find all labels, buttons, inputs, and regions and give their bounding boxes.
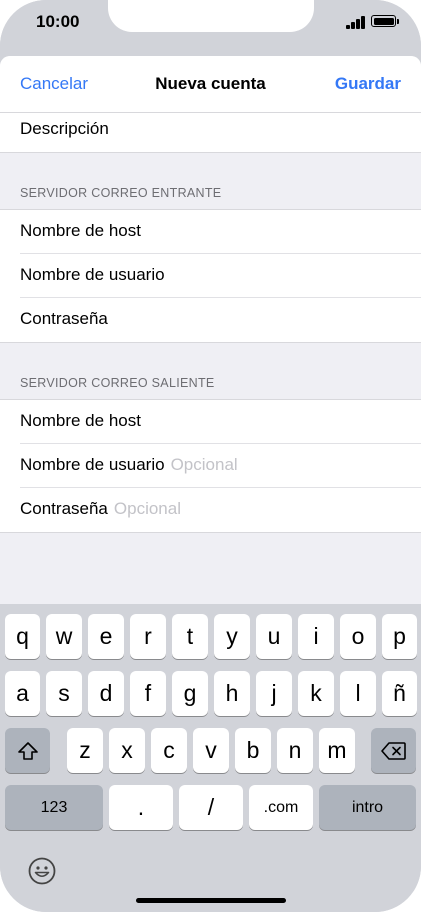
outgoing-username-label: Nombre de usuario: [20, 455, 165, 474]
outgoing-password-placeholder: Opcional: [113, 499, 181, 518]
outgoing-host-field[interactable]: Nombre de host: [0, 400, 421, 444]
incoming-username-label: Nombre de usuario: [20, 265, 165, 284]
key-y[interactable]: y: [214, 614, 250, 659]
key-r[interactable]: r: [130, 614, 166, 659]
save-button[interactable]: Guardar: [335, 74, 401, 94]
status-time: 10:00: [36, 12, 80, 31]
nav-bar: Cancelar Nueva cuenta Guardar: [0, 56, 421, 113]
outgoing-username-placeholder: Opcional: [170, 455, 238, 474]
shift-key[interactable]: [5, 728, 50, 773]
battery-icon: [371, 15, 396, 27]
outgoing-username-field[interactable]: Nombre de usuario Opcional: [0, 444, 421, 488]
dotcom-key[interactable]: .com: [249, 785, 313, 830]
incoming-server-group: Nombre de host Nombre de usuario Contras…: [0, 209, 421, 343]
signal-icon: [346, 15, 368, 29]
incoming-host-field[interactable]: Nombre de host: [0, 210, 421, 254]
description-field[interactable]: Descripción: [0, 113, 421, 153]
key-o[interactable]: o: [340, 614, 376, 659]
key-n-tilde[interactable]: ñ: [382, 671, 417, 716]
key-q[interactable]: q: [5, 614, 40, 659]
key-n[interactable]: n: [277, 728, 313, 773]
key-z[interactable]: z: [67, 728, 103, 773]
incoming-password-label: Contraseña: [20, 309, 108, 328]
key-b[interactable]: b: [235, 728, 271, 773]
key-u[interactable]: u: [256, 614, 292, 659]
description-label: Descripción: [20, 119, 109, 138]
key-e[interactable]: e: [88, 614, 124, 659]
incoming-header-text: SERVIDOR CORREO ENTRANTE: [20, 186, 222, 200]
keyboard: q w e r t y u i o p a s d f g h j k l ñ …: [0, 604, 421, 912]
home-indicator[interactable]: [136, 898, 286, 903]
key-v[interactable]: v: [193, 728, 229, 773]
key-t[interactable]: t: [172, 614, 208, 659]
return-key[interactable]: intro: [319, 785, 416, 830]
outgoing-server-group: Nombre de host Nombre de usuario Opcional…: [0, 399, 421, 533]
dot-key[interactable]: .: [109, 785, 173, 830]
key-l[interactable]: l: [340, 671, 376, 716]
incoming-username-field[interactable]: Nombre de usuario: [0, 254, 421, 298]
incoming-server-header: SERVIDOR CORREO ENTRANTE: [0, 153, 421, 209]
key-k[interactable]: k: [298, 671, 334, 716]
numbers-key[interactable]: 123: [5, 785, 103, 830]
key-a[interactable]: a: [5, 671, 40, 716]
key-x[interactable]: x: [109, 728, 145, 773]
shift-icon: [17, 741, 38, 760]
key-m[interactable]: m: [319, 728, 355, 773]
key-h[interactable]: h: [214, 671, 250, 716]
delete-icon: [380, 741, 406, 760]
delete-key[interactable]: [371, 728, 416, 773]
slash-key[interactable]: /: [179, 785, 243, 830]
emoji-icon[interactable]: [27, 856, 57, 886]
key-p[interactable]: p: [382, 614, 417, 659]
outgoing-server-header: SERVIDOR CORREO SALIENTE: [0, 343, 421, 399]
outgoing-host-label: Nombre de host: [20, 411, 141, 430]
key-f[interactable]: f: [130, 671, 166, 716]
phone-screen: 10:00 Cancelar Nueva cuenta Guardar Desc…: [0, 0, 421, 912]
notch: [108, 0, 314, 32]
incoming-host-label: Nombre de host: [20, 221, 141, 240]
incoming-password-field[interactable]: Contraseña: [0, 298, 421, 342]
key-j[interactable]: j: [256, 671, 292, 716]
key-i[interactable]: i: [298, 614, 334, 659]
battery-cap: [397, 19, 399, 24]
key-g[interactable]: g: [172, 671, 208, 716]
key-d[interactable]: d: [88, 671, 124, 716]
outgoing-header-text: SERVIDOR CORREO SALIENTE: [20, 376, 215, 390]
status-bar: 10:00: [0, 0, 421, 56]
key-w[interactable]: w: [46, 614, 82, 659]
new-account-sheet: Cancelar Nueva cuenta Guardar Descripció…: [0, 56, 421, 604]
outgoing-password-field[interactable]: Contraseña Opcional: [0, 488, 421, 532]
outgoing-password-label: Contraseña: [20, 499, 108, 518]
key-s[interactable]: s: [46, 671, 82, 716]
key-c[interactable]: c: [151, 728, 187, 773]
